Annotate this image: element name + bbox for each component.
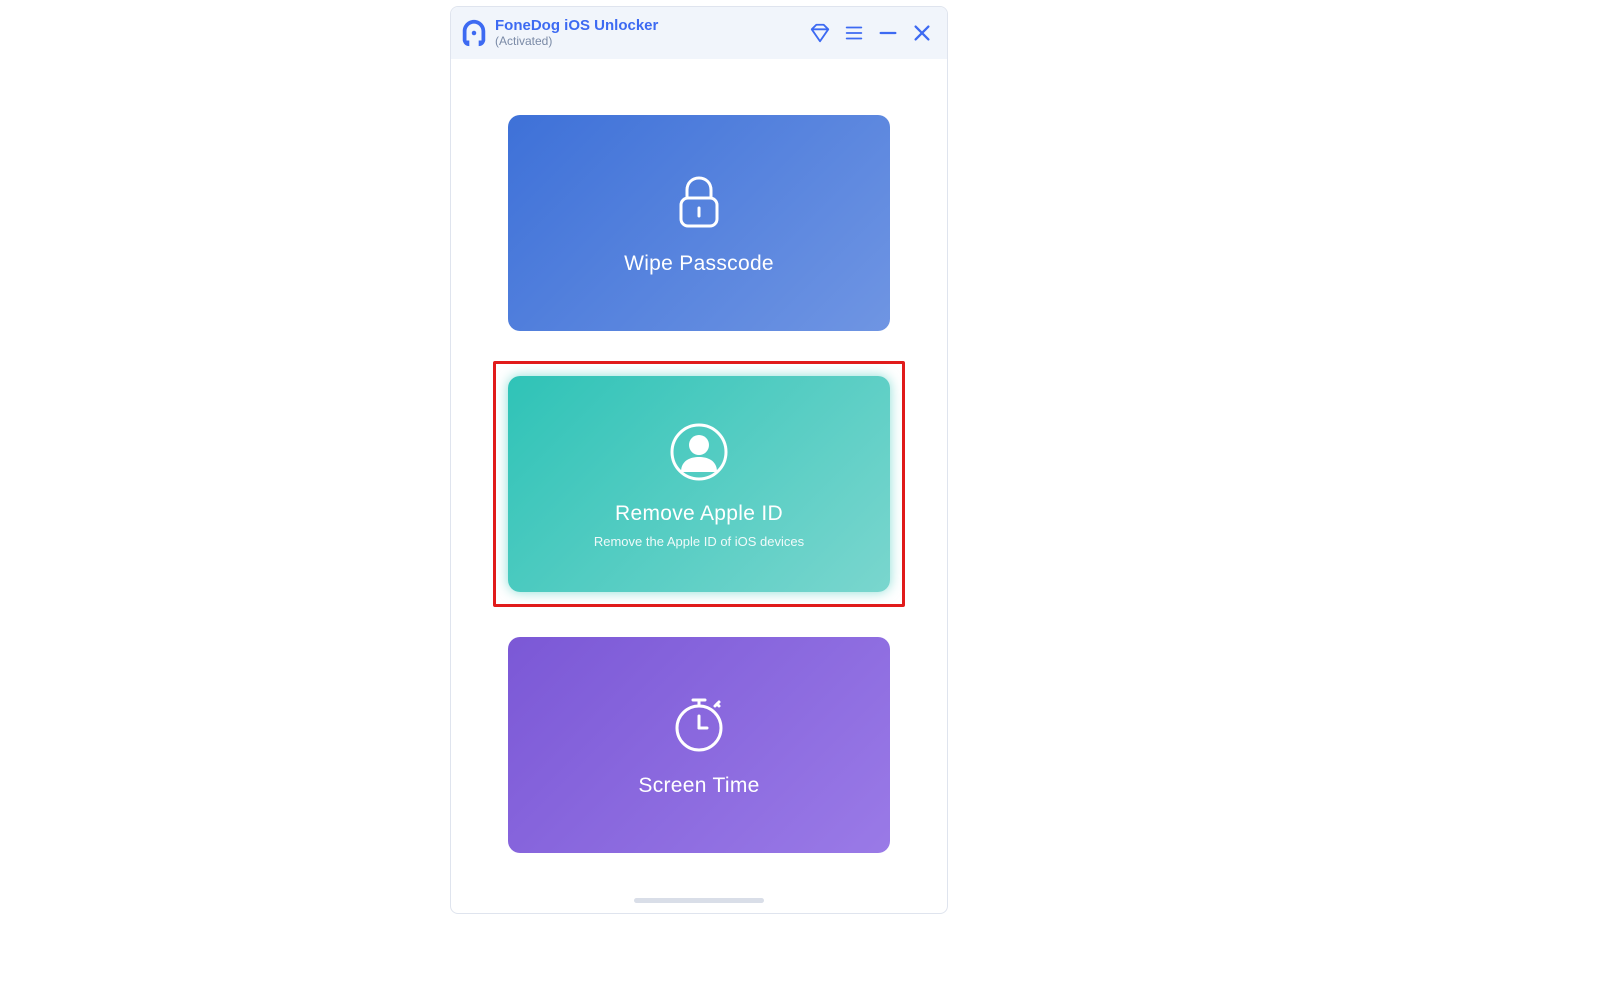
wipe-passcode-title: Wipe Passcode (624, 252, 774, 276)
title-text-group: FoneDog iOS Unlocker (Activated) (495, 17, 658, 49)
wipe-passcode-card[interactable]: Wipe Passcode (508, 115, 890, 331)
license-status: (Activated) (495, 35, 658, 49)
lock-icon (667, 170, 731, 234)
person-circle-icon (667, 420, 731, 484)
screen-time-card[interactable]: Screen Time (508, 637, 890, 853)
screen-time-title: Screen Time (638, 774, 759, 798)
remove-apple-id-title: Remove Apple ID (615, 502, 783, 526)
minimize-icon[interactable] (877, 22, 899, 44)
window-resize-handle[interactable] (634, 898, 764, 903)
window-controls (809, 22, 933, 44)
remove-apple-id-subtitle: Remove the Apple ID of iOS devices (594, 534, 804, 549)
app-title: FoneDog iOS Unlocker (495, 17, 658, 34)
diamond-icon[interactable] (809, 22, 831, 44)
remove-apple-id-highlight: Remove Apple ID Remove the Apple ID of i… (493, 361, 905, 607)
main-area: Wipe Passcode Remove Apple ID Remove the… (451, 59, 947, 883)
app-window: FoneDog iOS Unlocker (Activated) (450, 6, 948, 914)
stopwatch-icon (667, 692, 731, 756)
remove-apple-id-card[interactable]: Remove Apple ID Remove the Apple ID of i… (508, 376, 890, 592)
title-bar: FoneDog iOS Unlocker (Activated) (451, 7, 947, 59)
close-icon[interactable] (911, 22, 933, 44)
menu-icon[interactable] (843, 22, 865, 44)
app-logo-icon (459, 18, 489, 48)
